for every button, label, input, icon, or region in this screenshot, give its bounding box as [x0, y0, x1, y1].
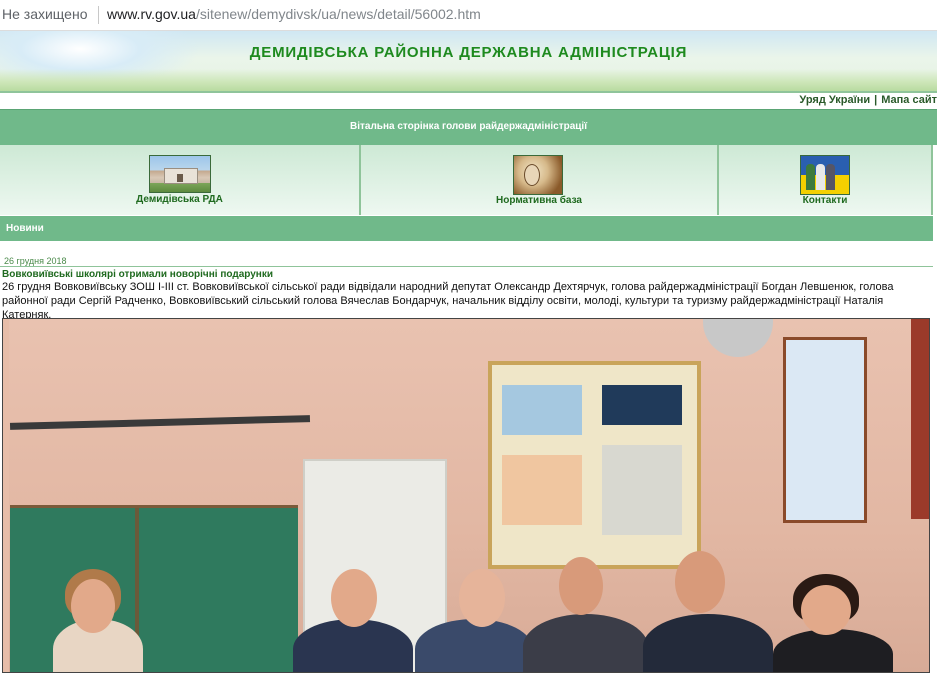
- photo-person-head: [559, 557, 603, 615]
- people-flag-icon[interactable]: [800, 155, 850, 195]
- building-photo-icon[interactable]: [149, 155, 211, 193]
- quick-link-rda-label[interactable]: Демидівська РДА: [0, 194, 359, 205]
- person-figure-1: [806, 164, 815, 190]
- photo-poster-right: [783, 337, 867, 523]
- photo-person-head: [71, 579, 115, 633]
- site-title: ДЕМИДІВСЬКА РАЙОННА ДЕРЖАВНА АДМІНІСТРАЦ…: [249, 44, 688, 61]
- link-sitemap[interactable]: Мапа сайт: [881, 94, 937, 106]
- security-indicator[interactable]: Не захищено: [2, 6, 87, 22]
- quick-link-normative[interactable]: Нормативна база: [361, 145, 719, 215]
- url-path: /sitenew/demydivsk/ua/news/detail/56002.…: [195, 6, 481, 22]
- photo-person: [773, 629, 893, 672]
- banner-divider: [0, 91, 937, 93]
- top-links: Уряд України | Мапа сайт: [799, 94, 937, 106]
- link-government[interactable]: Уряд України: [799, 94, 870, 106]
- portrait-face: [524, 164, 540, 186]
- portrait-document-icon[interactable]: [513, 155, 563, 195]
- person-figure-2: [816, 164, 825, 190]
- date-divider: [0, 266, 933, 267]
- quick-link-contacts-label[interactable]: Контакти: [719, 195, 931, 206]
- photo-person: [523, 614, 648, 672]
- photo-person-head: [331, 569, 377, 627]
- photo-person: [415, 619, 533, 672]
- section-title[interactable]: Новини: [6, 223, 44, 234]
- news-headline[interactable]: Вовковиївські школярі отримали новорічні…: [2, 269, 273, 280]
- poster-panel: [602, 445, 682, 535]
- building-door: [177, 174, 183, 182]
- photo-person: [643, 614, 773, 672]
- link-separator: |: [874, 94, 878, 106]
- quick-links-row: Демидівська РДА Нормативна база Контакти: [0, 145, 933, 215]
- browser-address-bar[interactable]: Не захищено www.rv.gov.ua/sitenew/demydi…: [0, 0, 937, 31]
- address-separator: [98, 6, 99, 24]
- photo-person-head: [459, 569, 505, 627]
- quick-link-rda[interactable]: Демидівська РДА: [0, 145, 361, 215]
- nav-bar: Вітальна сторінка голови райдержадмініст…: [0, 109, 937, 145]
- poster-panel: [502, 455, 582, 525]
- photo-person-head: [801, 585, 851, 635]
- photo-person-head: [675, 551, 725, 613]
- photo-person: [293, 619, 413, 672]
- quick-link-contacts[interactable]: Контакти: [719, 145, 933, 215]
- news-body: 26 грудня Вовковиївську ЗОШ І-ІІІ ст. Во…: [2, 281, 894, 321]
- welcome-page-link[interactable]: Вітальна сторінка голови райдержадмініст…: [0, 121, 937, 132]
- url-field[interactable]: www.rv.gov.ua/sitenew/demydivsk/ua/news/…: [107, 6, 481, 22]
- person-figure-3: [826, 164, 835, 190]
- poster-panel: [502, 385, 582, 435]
- poster-panel: [602, 385, 682, 425]
- quick-link-normative-label[interactable]: Нормативна база: [361, 195, 717, 206]
- site-banner: ДЕМИДІВСЬКА РАЙОННА ДЕРЖАВНА АДМІНІСТРАЦ…: [0, 31, 937, 91]
- banner-field: [0, 69, 937, 91]
- photo-poster: [488, 361, 701, 569]
- news-photo: [2, 318, 930, 673]
- photo-poster-edge: [911, 319, 929, 519]
- news-section-header: Новини: [0, 216, 933, 241]
- news-date: 26 грудня 2018: [4, 256, 67, 266]
- url-host: www.rv.gov.ua: [107, 6, 196, 22]
